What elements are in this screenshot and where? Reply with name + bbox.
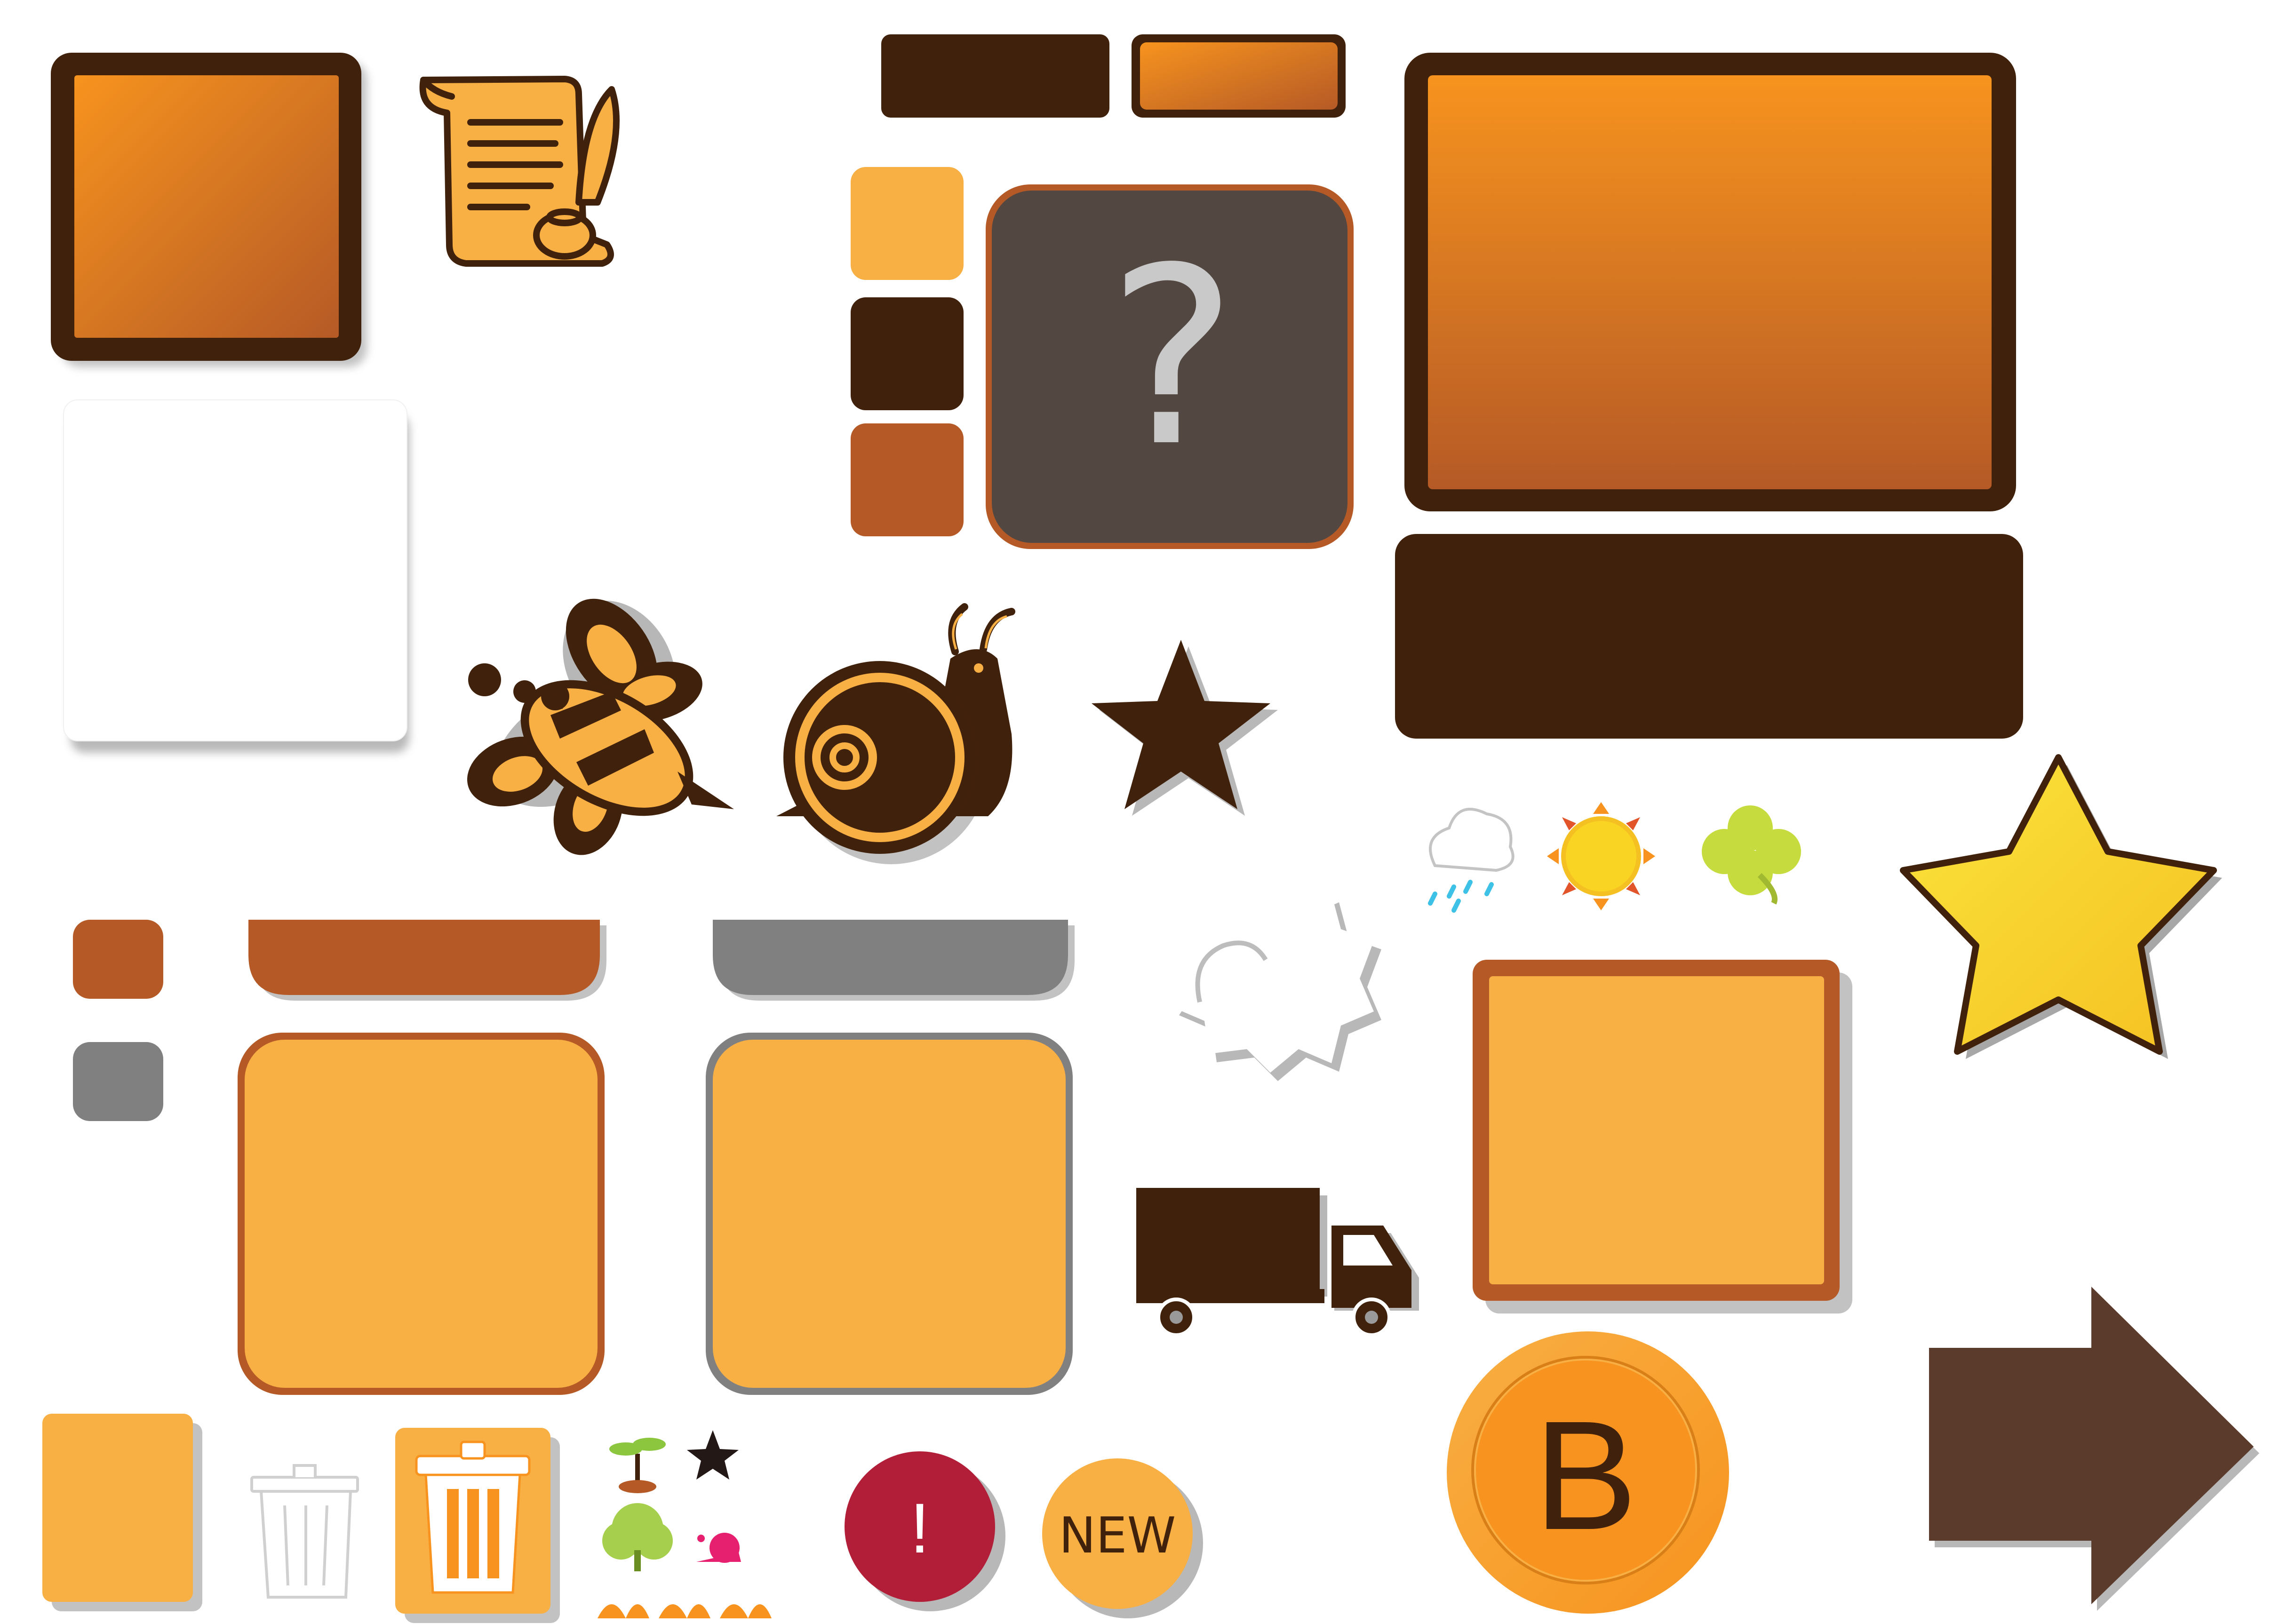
gear-icon	[1172, 887, 1381, 1081]
coin-b-button[interactable]: B	[1447, 1331, 1729, 1614]
large-orange-panel[interactable]	[1404, 53, 2016, 511]
small-orange-card[interactable]	[42, 1414, 202, 1611]
weather-rain-icon	[1428, 808, 1515, 913]
snail-small-icon	[696, 1533, 741, 1563]
alert-badge[interactable]: !	[845, 1451, 1005, 1611]
rust-tab[interactable]	[248, 920, 606, 1001]
grass-icon	[598, 1604, 772, 1618]
help-icon: ?	[1096, 215, 1243, 500]
large-dark-bar[interactable]	[1395, 534, 2023, 739]
trash-outline-icon[interactable]	[250, 1464, 359, 1599]
trash-icon	[415, 1441, 531, 1594]
arrow-right-icon[interactable]	[1929, 1287, 2259, 1611]
dark-bar-button[interactable]	[881, 34, 1109, 118]
trash-button[interactable]	[395, 1428, 560, 1623]
scroll-quill-icon	[419, 76, 620, 267]
orange-bar-button[interactable]	[1132, 34, 1346, 118]
orange-square-rust-frame[interactable]	[1473, 960, 1852, 1314]
orange-panel-gray-border[interactable]	[706, 1033, 1073, 1395]
truck-icon	[1136, 1188, 1419, 1337]
swatch-light-orange[interactable]	[851, 167, 964, 280]
small-rust-button[interactable]	[73, 920, 163, 999]
alert-icon: !	[910, 1489, 930, 1568]
snail-icon	[776, 603, 1015, 864]
small-star-icon	[687, 1430, 739, 1480]
gray-tab[interactable]	[713, 920, 1075, 1001]
coin-letter: B	[1534, 1388, 1637, 1562]
swatch-rust[interactable]	[851, 423, 964, 536]
swatch-dark-brown[interactable]	[851, 297, 964, 410]
bee-icon	[467, 598, 734, 855]
clover-icon	[1702, 805, 1801, 905]
sun-icon	[1547, 802, 1655, 910]
new-badge[interactable]: NEW	[1042, 1458, 1203, 1618]
help-tile[interactable]: ?	[986, 184, 1354, 549]
ui-kit-canvas: ? B ! NEW	[42, 34, 2259, 1623]
sprout-icon	[609, 1438, 666, 1493]
new-badge-label: NEW	[1059, 1507, 1176, 1564]
tree-icon	[602, 1503, 673, 1571]
white-card[interactable]	[63, 399, 409, 753]
orange-square-tile[interactable]	[51, 53, 367, 367]
yellow-star-icon[interactable]	[1900, 754, 2222, 1059]
small-gray-button[interactable]	[73, 1042, 163, 1121]
star-icon	[1092, 640, 1278, 816]
ui-kit-sheet: ? B ! NEW	[0, 0, 2288, 1624]
orange-panel-rust-border[interactable]	[238, 1033, 605, 1395]
